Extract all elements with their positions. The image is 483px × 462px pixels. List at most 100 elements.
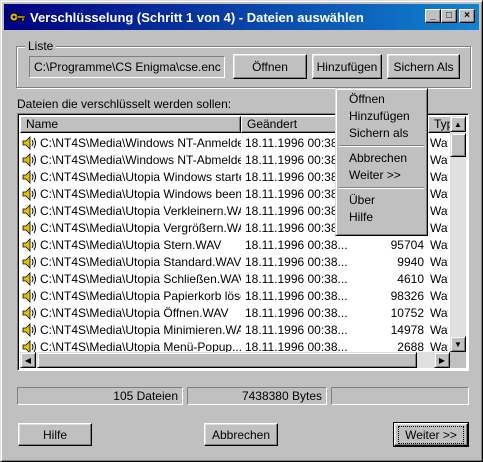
file-type: Wav <box>430 169 448 184</box>
table-row[interactable]: C:\NT4S\Media\Utopia Minimieren.WAV 18.11… <box>20 321 448 338</box>
file-name-cell: C:\NT4S\Media\Utopia Vergrößern.WAV <box>20 221 241 235</box>
file-size: 9940 <box>397 254 424 269</box>
file-date: 18.11.1996 00:38... <box>245 254 348 269</box>
sound-file-icon <box>22 288 36 303</box>
table-row[interactable]: C:\NT4S\Media\Utopia Papierkorb lösc... 1… <box>20 287 448 304</box>
file-name: C:\NT4S\Media\Utopia Schließen.WAV <box>40 271 241 286</box>
arrow-down-icon: ▼ <box>454 339 462 349</box>
file-name-cell: C:\NT4S\Media\Utopia Schließen.WAV <box>20 272 241 286</box>
file-name: C:\NT4S\Media\Utopia Standard.WAV <box>40 254 241 269</box>
help-label: Hilfe <box>42 427 67 442</box>
file-type: Wav <box>430 254 448 269</box>
file-name-cell: C:\NT4S\Media\Utopia Windows starte... <box>20 170 241 184</box>
context-menu: Öffnen Hinzufügen Sichern als Abbrechen … <box>335 88 428 236</box>
table-row[interactable]: C:\NT4S\Media\Utopia Öffnen.WAV 18.11.199… <box>20 304 448 321</box>
file-type: Wav <box>430 288 448 303</box>
menu-item-open[interactable]: Öffnen <box>338 91 425 108</box>
file-name-cell: C:\NT4S\Media\Utopia Minimieren.WAV <box>20 323 241 337</box>
file-date: 18.11.1996 00:38... <box>245 322 348 337</box>
menu-item-add[interactable]: Hinzufügen <box>338 108 425 125</box>
open-list-label: Öffnen <box>252 59 288 74</box>
menu-separator <box>339 187 424 189</box>
menu-item-about[interactable]: Über <box>338 192 425 209</box>
maximize-button[interactable]: □ <box>441 9 457 23</box>
sound-file-icon <box>22 152 36 167</box>
next-button[interactable]: Weiter >> <box>393 422 469 447</box>
file-type: Wav <box>430 271 448 286</box>
list-path-field[interactable]: C:\Programme\CS Enigma\cse.enc <box>29 56 225 78</box>
file-size: 95704 <box>390 237 424 252</box>
menu-item-cancel[interactable]: Abbrechen <box>338 150 425 167</box>
title-bar[interactable]: Verschlüsselung (Schritt 1 von 4) - Date… <box>4 4 479 30</box>
sound-file-icon <box>22 186 36 201</box>
menu-item-next[interactable]: Weiter >> <box>338 167 425 184</box>
save-as-button[interactable]: Sichern Als <box>387 54 460 79</box>
file-name-cell: C:\NT4S\Media\Utopia Windows been... <box>20 187 241 201</box>
menu-item-save-as[interactable]: Sichern als <box>338 125 425 142</box>
file-name: C:\NT4S\Media\Utopia Öffnen.WAV <box>40 305 229 320</box>
sound-file-icon <box>22 169 36 184</box>
file-size: 14978 <box>390 322 424 337</box>
add-button[interactable]: Hinzufügen <box>312 54 382 79</box>
sound-file-icon <box>22 254 36 269</box>
file-type: Wav <box>430 135 448 150</box>
open-list-button[interactable]: Öffnen <box>233 54 307 79</box>
window-title: Verschlüsselung (Schritt 1 von 4) - Date… <box>30 9 364 25</box>
file-name: C:\NT4S\Media\Utopia Minimieren.WAV <box>40 322 241 337</box>
next-label: Weiter >> <box>398 425 464 444</box>
minimize-button[interactable]: _ <box>425 9 441 23</box>
file-name: C:\NT4S\Media\Utopia Stern.WAV <box>40 237 222 252</box>
column-type[interactable]: Typ <box>428 116 452 133</box>
file-name-cell: C:\NT4S\Media\Windows NT-Anmelde... <box>20 136 241 150</box>
file-name-cell: C:\NT4S\Media\Utopia Papierkorb lösc... <box>20 289 241 303</box>
liste-label: Liste <box>25 39 57 53</box>
scrollbar-corner <box>450 352 466 368</box>
byte-count-status: 7438380 Bytes <box>187 387 327 405</box>
wizard-window: Verschlüsselung (Schritt 1 von 4) - Date… <box>0 0 483 462</box>
files-label: Dateien die verschlüsselt werden sollen: <box>17 97 232 111</box>
table-row[interactable]: C:\NT4S\Media\Utopia Standard.WAV 18.11.1… <box>20 253 448 270</box>
file-date: 18.11.1996 00:38... <box>245 271 348 286</box>
file-date: 18.11.1996 00:38... <box>245 305 348 320</box>
scroll-up-button[interactable]: ▲ <box>450 116 466 132</box>
file-name-cell: C:\NT4S\Media\Utopia Standard.WAV <box>20 255 241 269</box>
vertical-scroll-thumb[interactable] <box>450 133 466 157</box>
column-name[interactable]: Name <box>20 116 241 133</box>
file-type: Wav <box>430 322 448 337</box>
file-type: Wav <box>430 220 448 235</box>
menu-item-help[interactable]: Hilfe <box>338 209 425 226</box>
arrow-left-icon: ◀ <box>24 355 32 365</box>
file-count-status: 105 Dateien <box>17 387 183 405</box>
sound-file-icon <box>22 220 36 235</box>
file-date: 18.11.1996 00:38... <box>245 288 348 303</box>
file-name: C:\NT4S\Media\Utopia Verkleinern.WAV <box>40 203 241 218</box>
sound-file-icon <box>22 203 36 218</box>
menu-separator <box>339 145 424 147</box>
scroll-left-button[interactable]: ◀ <box>20 352 36 368</box>
arrow-up-icon: ▲ <box>454 119 462 129</box>
minimize-icon: _ <box>430 10 436 21</box>
file-name: C:\NT4S\Media\Utopia Papierkorb lösc... <box>40 288 241 303</box>
horizontal-scrollbar[interactable]: ◀ ▶ <box>20 352 450 368</box>
cancel-button[interactable]: Abbrechen <box>204 423 278 446</box>
extra-status <box>331 387 469 405</box>
file-size: 10752 <box>390 305 424 320</box>
save-as-label: Sichern Als <box>393 59 454 74</box>
table-row[interactable]: C:\NT4S\Media\Utopia Stern.WAV 18.11.1996… <box>20 236 448 253</box>
close-icon: × <box>464 10 470 21</box>
key-icon <box>9 12 26 22</box>
scroll-down-button[interactable]: ▼ <box>450 336 466 352</box>
file-size: 4610 <box>397 271 424 286</box>
cancel-label: Abbrechen <box>211 427 271 442</box>
scroll-right-button[interactable]: ▶ <box>434 352 450 368</box>
table-row[interactable]: C:\NT4S\Media\Utopia Schließen.WAV 18.11.… <box>20 270 448 287</box>
file-type: Wav <box>430 186 448 201</box>
help-button[interactable]: Hilfe <box>18 423 92 446</box>
file-date: 18.11.1996 00:38... <box>245 237 348 252</box>
vertical-scrollbar[interactable]: ▲ ▼ <box>450 116 466 352</box>
file-type: Wav <box>430 305 448 320</box>
close-button[interactable]: × <box>459 9 475 23</box>
horizontal-scroll-thumb[interactable] <box>37 352 417 368</box>
file-name: C:\NT4S\Media\Windows NT-Abmelde... <box>40 152 241 167</box>
sound-file-icon <box>22 271 36 286</box>
